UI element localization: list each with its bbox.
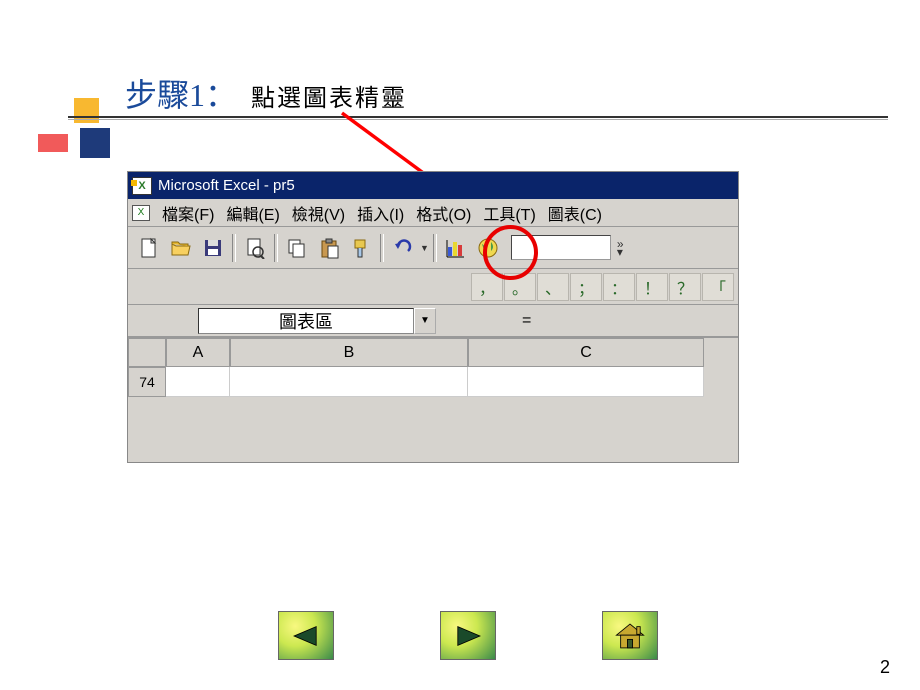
prev-slide-button[interactable] [278, 611, 334, 660]
name-box-dropdown[interactable]: ▼ [414, 308, 436, 334]
menu-bar: X 檔案(F) 編輯(E) 檢視(V) 插入(I) 格式(O) 工具(T) 圖表… [128, 199, 738, 227]
window-titlebar: X Microsoft Excel - pr5 [128, 172, 738, 199]
copy-icon [286, 237, 308, 259]
print-preview-icon [244, 237, 266, 259]
menu-view[interactable]: 檢視(V) [286, 199, 351, 227]
formula-bar: 圖表區 ▼ = [128, 305, 738, 337]
row-header-74[interactable]: 74 [128, 367, 166, 397]
chart-wizard-icon [445, 237, 467, 259]
menu-format[interactable]: 格式(O) [410, 199, 477, 227]
format-painter-button[interactable] [346, 233, 376, 263]
chart-wizard-button[interactable] [441, 233, 471, 263]
symbol-toolbar: ， 。 、 ； ： ！ ？ 「 [128, 269, 738, 305]
slide-decoration [38, 98, 108, 168]
name-box[interactable]: 圖表區 [198, 308, 414, 334]
new-file-icon [138, 237, 160, 259]
symbol-semicolon[interactable]: ； [570, 273, 602, 301]
print-preview-button[interactable] [240, 233, 270, 263]
save-disk-icon [202, 237, 224, 259]
column-header-b[interactable]: B [230, 338, 468, 367]
excel-window: X Microsoft Excel - pr5 X 檔案(F) 編輯(E) 檢視… [127, 171, 739, 463]
map-icon [477, 237, 499, 259]
formula-equals: = [522, 312, 531, 330]
paste-icon [318, 237, 340, 259]
undo-icon [392, 237, 414, 259]
menu-tools[interactable]: 工具(T) [477, 199, 541, 227]
symbol-question[interactable]: ？ [669, 273, 701, 301]
cell-c74[interactable] [468, 367, 704, 397]
symbol-period[interactable]: 。 [504, 273, 536, 301]
window-title: Microsoft Excel - pr5 [158, 177, 295, 194]
slide-nav [278, 611, 658, 660]
cell-a74[interactable] [166, 367, 230, 397]
zoom-combo[interactable] [511, 235, 611, 260]
new-file-button[interactable] [134, 233, 164, 263]
open-button[interactable] [166, 233, 196, 263]
format-painter-icon [350, 237, 372, 259]
select-all-corner[interactable] [128, 338, 166, 367]
menu-file[interactable]: 檔案(F) [156, 199, 220, 227]
next-slide-button[interactable] [440, 611, 496, 660]
map-button[interactable] [473, 233, 503, 263]
paste-button[interactable] [314, 233, 344, 263]
page-number: 2 [880, 657, 890, 678]
menu-edit[interactable]: 編輯(E) [220, 199, 285, 227]
symbol-comma[interactable]: ， [471, 273, 503, 301]
undo-button[interactable] [388, 233, 418, 263]
open-folder-icon [170, 237, 192, 259]
excel-doc-icon: X [132, 205, 150, 221]
column-headers: A B C [128, 337, 738, 367]
save-button[interactable] [198, 233, 228, 263]
cell-b74[interactable] [230, 367, 468, 397]
menu-insert[interactable]: 插入(I) [351, 199, 410, 227]
column-header-a[interactable]: A [166, 338, 230, 367]
column-header-c[interactable]: C [468, 338, 704, 367]
arrow-left-icon [289, 621, 323, 651]
toolbar-more-icon[interactable]: »▾ [617, 240, 624, 256]
excel-app-icon: X [132, 177, 152, 195]
standard-toolbar: ▼ »▾ [128, 227, 738, 269]
symbol-enumcomma[interactable]: 、 [537, 273, 569, 301]
step-label: 步驟1： [125, 70, 237, 116]
copy-button[interactable] [282, 233, 312, 263]
symbol-exclaim[interactable]: ！ [636, 273, 668, 301]
home-button[interactable] [602, 611, 658, 660]
arrow-right-icon [451, 621, 485, 651]
sheet-row: 74 [128, 367, 738, 397]
home-icon [613, 621, 647, 651]
symbol-colon[interactable]: ： [603, 273, 635, 301]
symbol-bracket[interactable]: 「 [702, 273, 734, 301]
menu-chart[interactable]: 圖表(C) [542, 199, 608, 227]
